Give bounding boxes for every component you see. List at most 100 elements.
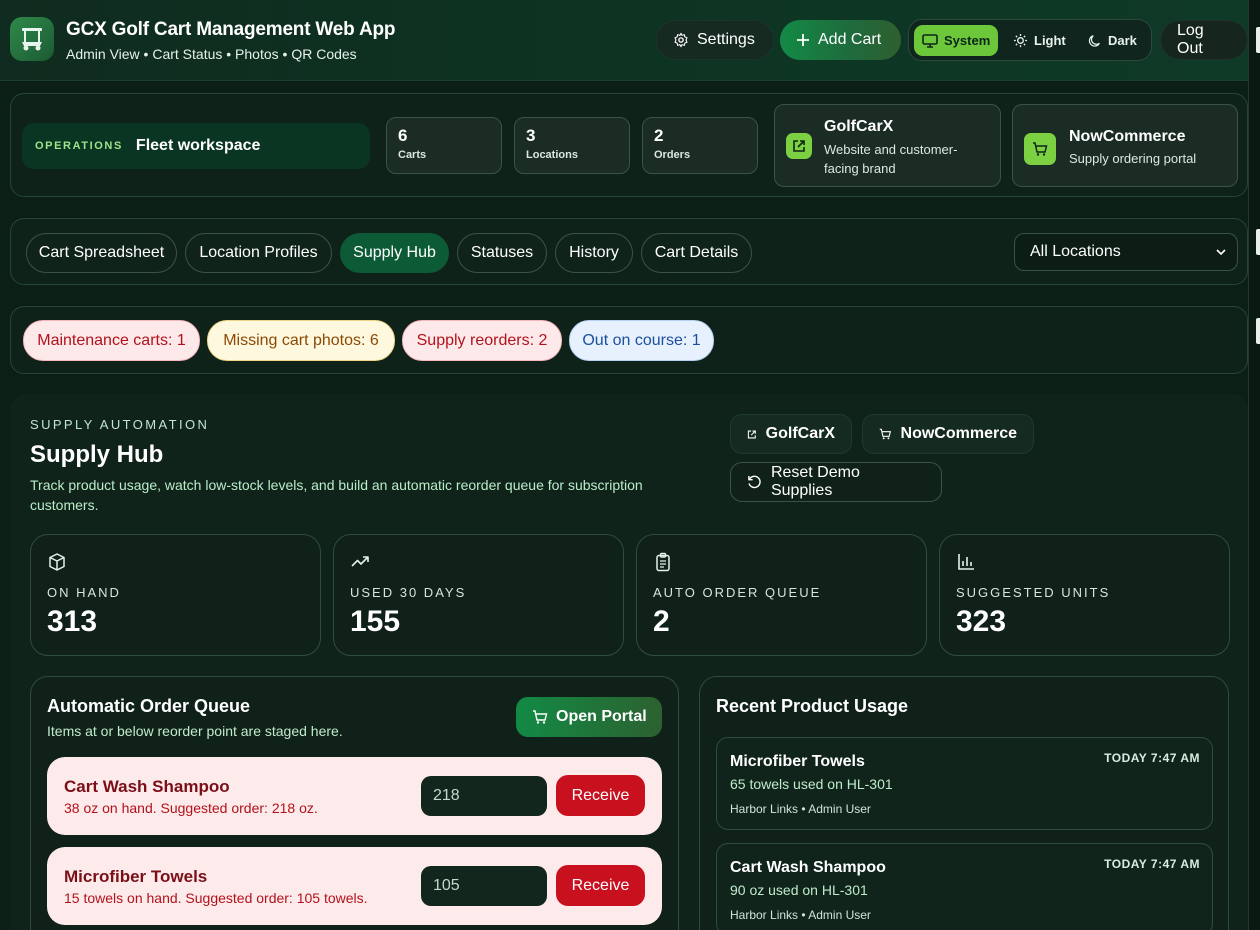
edge-nub (1256, 229, 1260, 255)
workspace-summary: OPERATIONS Fleet workspace 6 Carts 3 Loc… (10, 93, 1248, 197)
kpi-on-hand: ON HAND 313 (30, 534, 321, 656)
usage-item-note: 90 oz used on HL-301 (730, 882, 868, 898)
external-link-icon (747, 430, 756, 438)
stat-carts: 6 Carts (386, 117, 502, 174)
usage-item: Microfiber Towels 65 towels used on HL-3… (716, 737, 1213, 830)
gear-icon (674, 32, 688, 48)
external-link-icon (786, 133, 812, 159)
stat-orders: 2 Orders (642, 117, 758, 174)
kpi-value: 323 (956, 605, 1007, 638)
theme-light-label: Light (1034, 33, 1066, 48)
theme-light-option[interactable]: Light (1005, 25, 1074, 56)
kpi-label: AUTO ORDER QUEUE (653, 585, 822, 600)
brand-card-golfcarx[interactable]: GolfCarX Website and customer-facing bra… (774, 104, 1001, 187)
theme-system-option[interactable]: System (914, 25, 999, 56)
reset-icon (748, 475, 761, 488)
kpi-suggested-units: SUGGESTED UNITS 323 (939, 534, 1230, 656)
stat-label: Carts (398, 149, 427, 161)
queue-description: Items at or below reorder point are stag… (47, 723, 343, 739)
queue-item: Cart Wash Shampoo 38 oz on hand. Suggest… (47, 757, 662, 835)
kpi-label: SUGGESTED UNITS (956, 585, 1111, 600)
tab-statuses[interactable]: Statuses (457, 233, 547, 273)
kpi-label: ON HAND (47, 585, 121, 600)
add-cart-button[interactable]: Add Cart (780, 20, 901, 60)
queue-item-name: Microfiber Towels (64, 867, 208, 886)
kpi-value: 313 (47, 605, 98, 638)
alert-maintenance-carts[interactable]: Maintenance carts: 1 (23, 320, 200, 361)
usage-title: Recent Product Usage (716, 696, 909, 716)
stat-locations: 3 Locations (514, 117, 630, 174)
tab-cart-details[interactable]: Cart Details (641, 233, 752, 273)
theme-dark-option[interactable]: Dark (1080, 25, 1145, 56)
brand-card-nowcommerce[interactable]: NowCommerce Supply ordering portal (1012, 104, 1238, 187)
app-title: GCX Golf Cart Management Web App (66, 19, 396, 40)
kpi-auto-order-queue: AUTO ORDER QUEUE 2 (636, 534, 927, 656)
app-logo (10, 17, 54, 61)
order-quantity-input[interactable]: 105 (421, 866, 547, 906)
chevron-down-icon (1216, 249, 1226, 256)
operations-label: OPERATIONS (35, 140, 123, 152)
reset-demo-supplies-button[interactable]: Reset Demo Supplies (730, 462, 942, 502)
kpi-value: 155 (350, 605, 401, 638)
clipboard-icon (656, 552, 670, 572)
tab-cart-spreadsheet[interactable]: Cart Spreadsheet (26, 233, 177, 273)
stat-value: 3 (526, 126, 536, 145)
theme-dark-label: Dark (1108, 33, 1137, 48)
usage-item-name: Microfiber Towels (730, 753, 865, 770)
brand-description: Website and customer-facing brand (824, 142, 958, 176)
workspace-title: Fleet workspace (135, 137, 261, 154)
open-portal-button[interactable]: Open Portal (516, 697, 662, 737)
logout-label: Log Out (1177, 22, 1204, 57)
monitor-icon (922, 33, 938, 48)
brand-name: GolfCarX (824, 118, 894, 135)
queue-item: Microfiber Towels 15 towels on hand. Sug… (47, 847, 662, 925)
alert-out-on-course[interactable]: Out on course: 1 (569, 320, 714, 361)
alert-missing-photos[interactable]: Missing cart photos: 6 (207, 320, 395, 361)
logout-button[interactable]: Log Out (1160, 20, 1248, 60)
usage-item-name: Cart Wash Shampoo (730, 859, 886, 876)
queue-item-note: 15 towels on hand. Suggested order: 105 … (64, 890, 368, 906)
usage-item: Cart Wash Shampoo 90 oz used on HL-301 H… (716, 843, 1213, 930)
stat-label: Orders (654, 149, 691, 161)
box-icon (49, 553, 65, 571)
cart-icon (1024, 133, 1056, 165)
settings-button[interactable]: Settings (656, 20, 774, 60)
right-edge-gutter (1248, 0, 1260, 930)
tab-history[interactable]: History (555, 233, 633, 273)
bar-chart-icon (958, 554, 974, 570)
cart-icon (879, 428, 892, 440)
moon-icon (1088, 34, 1100, 47)
theme-system-label: System (944, 33, 991, 48)
open-portal-label: Open Portal (556, 708, 647, 725)
usage-item-meta: Harbor Links • Admin User (730, 802, 871, 816)
sun-icon (1013, 33, 1028, 48)
section-title: Supply Hub (30, 441, 164, 468)
nowcommerce-link-button[interactable]: NowCommerce (862, 414, 1034, 454)
order-quantity-input[interactable]: 218 (421, 776, 547, 816)
receive-button[interactable]: Receive (556, 865, 645, 906)
tab-supply-hub[interactable]: Supply Hub (340, 233, 449, 273)
receive-button[interactable]: Receive (556, 775, 645, 816)
golfcarx-label: GolfCarX (765, 425, 835, 442)
location-filter-select[interactable]: All Locations (1014, 233, 1238, 271)
edge-nub (1256, 318, 1260, 344)
golf-cart-logo-icon (22, 28, 42, 51)
edge-nub (1256, 27, 1260, 53)
golfcarx-link-button[interactable]: GolfCarX (730, 414, 852, 454)
stat-label: Locations (526, 149, 578, 161)
stat-value: 6 (398, 126, 408, 145)
trending-up-icon (351, 556, 369, 567)
section-description: Track product usage, watch low-stock lev… (30, 477, 643, 513)
queue-title: Automatic Order Queue (47, 696, 251, 716)
supply-hub-section: SUPPLY AUTOMATION Supply Hub Track produ… (10, 394, 1248, 930)
stat-value: 2 (654, 126, 664, 145)
queue-item-note: 38 oz on hand. Suggested order: 218 oz. (64, 800, 318, 816)
alert-summary: Maintenance carts: 1 Missing cart photos… (10, 306, 1248, 374)
plus-icon (797, 34, 809, 46)
alert-supply-reorders[interactable]: Supply reorders: 2 (402, 320, 562, 361)
queue-item-name: Cart Wash Shampoo (64, 777, 230, 796)
app-subtitle: Admin View • Cart Status • Photos • QR C… (66, 46, 357, 62)
view-tabs: Cart Spreadsheet Location Profiles Suppl… (10, 218, 1248, 285)
tab-location-profiles[interactable]: Location Profiles (185, 233, 332, 273)
theme-switcher: System Light Dark (908, 19, 1152, 61)
